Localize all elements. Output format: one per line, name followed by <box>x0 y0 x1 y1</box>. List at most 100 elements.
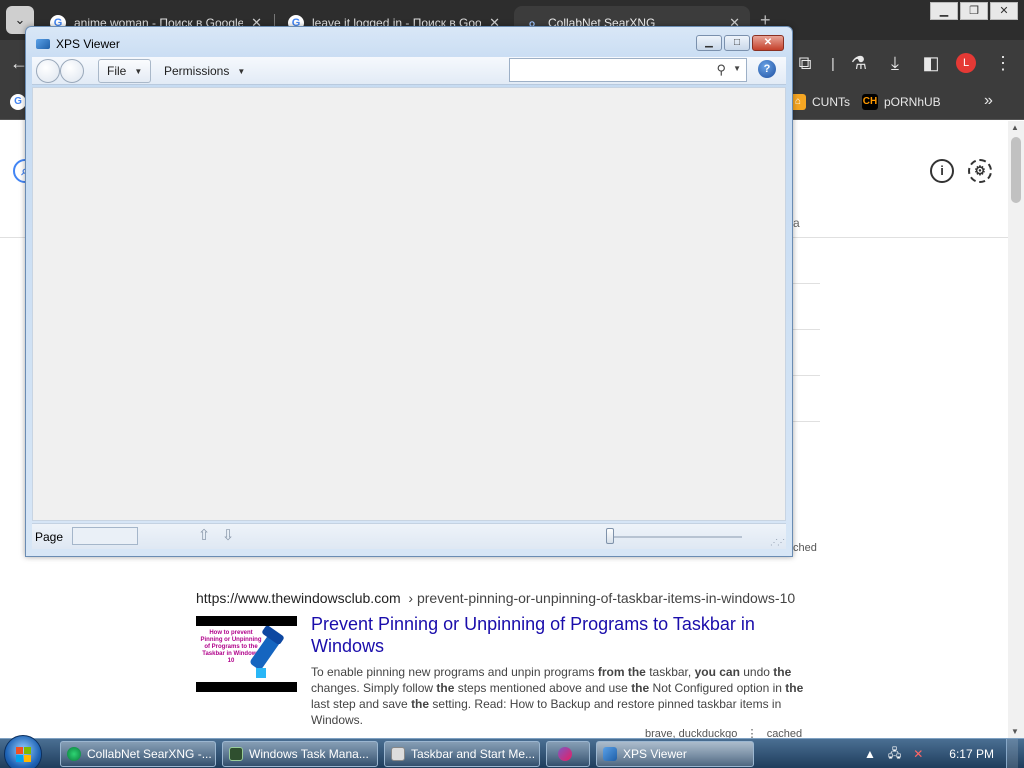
result-title-link[interactable]: Prevent Pinning or Unpinning of Programs… <box>311 613 811 657</box>
snippet-bold-term: the <box>436 681 455 695</box>
page-number-field[interactable] <box>72 527 138 545</box>
volume-muted-icon[interactable]: ✕ <box>913 747 923 761</box>
show-hidden-icons-icon[interactable]: ▲ <box>864 747 876 761</box>
zoom-slider-track[interactable] <box>606 536 742 538</box>
taskbar-label: CollabNet SearXNG -... <box>87 747 212 761</box>
previous-page-icon[interactable]: ⇧ <box>196 527 212 545</box>
snippet-bold-term: the <box>411 697 430 711</box>
snippet-segment: steps mentioned above and use <box>454 681 632 695</box>
xps-app-icon <box>603 747 617 761</box>
sidebar-divider <box>790 375 820 376</box>
download-icon[interactable]: ⤓ <box>882 50 908 76</box>
taskbar-label: XPS Viewer <box>623 747 687 761</box>
taskbar-label: Windows Task Mana... <box>249 747 369 761</box>
taskbar-button-task-manager[interactable]: Windows Task Mana... <box>222 741 378 767</box>
bookmark-label: pORNhUB <box>884 95 941 109</box>
snippet-segment: taskbar, <box>645 665 695 679</box>
xps-app-icon <box>36 39 50 49</box>
page-label: Page <box>35 530 64 544</box>
xps-toolbar: File ▼ Permissions ▼ ⚲ ▼ ? <box>32 57 786 85</box>
search-input[interactable]: ⚲ ▼ <box>509 58 747 82</box>
bookmark-cunts[interactable]: ⌂ CUNTs <box>790 94 850 110</box>
divider-icon: | <box>831 55 835 71</box>
taskbar-button-xps-viewer[interactable]: XPS Viewer <box>596 741 754 767</box>
taskbar-button-misc[interactable] <box>546 741 590 767</box>
taskbar-button-taskbar-start-menu[interactable]: Taskbar and Start Me... <box>384 741 540 767</box>
permissions-label: Permissions <box>164 64 230 78</box>
search-icon[interactable]: ⚲ <box>716 62 726 78</box>
snippet-bold-term: you can <box>694 665 740 679</box>
chrome-app-icon <box>67 747 81 761</box>
start-button[interactable] <box>4 735 42 768</box>
clock[interactable]: 6:17 PM <box>949 747 994 761</box>
close-icon[interactable]: ✕ <box>752 35 784 51</box>
side-panel-icon[interactable]: ◧ <box>918 50 944 76</box>
xps-viewer-window: XPS Viewer ▁ □ ✕ File ▼ Permissions ▼ ⚲ … <box>25 26 793 557</box>
snippet-segment: last step and save <box>311 697 412 711</box>
gear-icon[interactable]: ⚙ <box>968 159 992 183</box>
scroll-down-icon[interactable]: ▼ <box>1011 727 1019 736</box>
info-icon[interactable]: i <box>930 159 954 183</box>
app-icon <box>558 747 572 761</box>
windows-taskbar: CollabNet SearXNG -... Windows Task Mana… <box>0 735 1024 768</box>
taskbar-button-searxng[interactable]: CollabNet SearXNG -... <box>60 741 216 767</box>
profile-avatar[interactable]: L <box>956 53 976 73</box>
google-favicon-icon: G <box>10 94 26 110</box>
snippet-bold-term: the <box>773 665 792 679</box>
result-breadcrumb: › prevent-pinning-or-unpinning-of-taskba… <box>408 590 796 606</box>
result-snippet: To enable pinning new programs and unpin… <box>196 664 812 728</box>
forward-icon[interactable] <box>60 59 84 83</box>
bookmark-pornhub[interactable]: CH pORNhUB <box>862 94 941 110</box>
file-label: File <box>107 64 127 78</box>
chevron-down-icon: ▼ <box>134 66 143 76</box>
xps-window-controls: ▁ □ ✕ <box>696 35 784 51</box>
control-panel-icon <box>391 747 405 761</box>
sidebar-divider <box>790 421 820 422</box>
resize-grip-icon[interactable]: ⋰⋰ <box>770 538 785 547</box>
show-desktop-button[interactable] <box>1006 739 1018 768</box>
more-menu-icon[interactable]: ⋮ <box>990 50 1016 76</box>
snippet-segment: changes. Simply follow <box>311 681 437 695</box>
snippet-segment: To enable pinning new programs and unpin… <box>311 665 598 679</box>
labs-flask-icon[interactable]: ⚗ <box>846 50 872 76</box>
sidebar-divider <box>790 283 820 284</box>
chevron-down-icon[interactable]: ▼ <box>733 64 741 73</box>
result-host: https://www.thewindowsclub.com <box>196 590 401 606</box>
cached-link-fragment[interactable]: ched <box>793 542 817 554</box>
xps-status-bar: Page ⇧ ⇩ ⋰⋰ <box>32 523 786 549</box>
network-icon[interactable]: 🖧 <box>888 744 901 765</box>
snippet-segment: Not Configured option in <box>649 681 786 695</box>
close-icon[interactable]: ✕ <box>990 2 1018 20</box>
scrollbar-thumb[interactable] <box>1011 137 1021 203</box>
snippet-bold-term: the <box>631 681 650 695</box>
bookmarks-overflow-icon[interactable]: » <box>984 92 993 110</box>
document-area[interactable] <box>32 87 786 521</box>
next-page-icon[interactable]: ⇩ <box>220 527 236 545</box>
zoom-slider-thumb[interactable] <box>606 528 614 544</box>
bookmark-favicon-icon: CH <box>862 94 878 110</box>
permissions-menu-button[interactable]: Permissions ▼ <box>156 59 253 83</box>
back-icon[interactable] <box>36 59 60 83</box>
snippet-segment: undo <box>739 665 774 679</box>
page-scrollbar[interactable]: ▲ ▼ <box>1008 121 1024 738</box>
maximize-icon[interactable]: □ <box>724 35 750 51</box>
snippet-bold-term: the <box>785 681 804 695</box>
minimize-icon[interactable]: ▁ <box>696 35 722 51</box>
restore-icon[interactable]: ❐ <box>960 2 988 20</box>
help-icon[interactable]: ? <box>758 60 776 78</box>
result-url[interactable]: https://www.thewindowsclub.com › prevent… <box>196 590 795 606</box>
scroll-up-icon[interactable]: ▲ <box>1011 123 1019 132</box>
extensions-icon[interactable]: ⧉ <box>792 50 818 76</box>
taskbar-label: Taskbar and Start Me... <box>411 747 536 761</box>
system-tray: ▲ 🖧 ✕ 6:17 PM <box>864 739 1024 768</box>
tab-fragment: a <box>793 216 800 230</box>
bookmark-google[interactable]: G <box>10 94 26 110</box>
minimize-icon[interactable]: ▁ <box>930 2 958 20</box>
bookmark-label: CUNTs <box>812 95 850 109</box>
chevron-down-icon: ▼ <box>237 66 246 76</box>
sidebar-divider <box>790 329 820 330</box>
snippet-text: To enable pinning new programs and unpin… <box>196 664 812 728</box>
task-manager-icon <box>229 747 243 761</box>
file-menu-button[interactable]: File ▼ <box>98 59 152 83</box>
snippet-bold-term: from the <box>597 665 646 679</box>
